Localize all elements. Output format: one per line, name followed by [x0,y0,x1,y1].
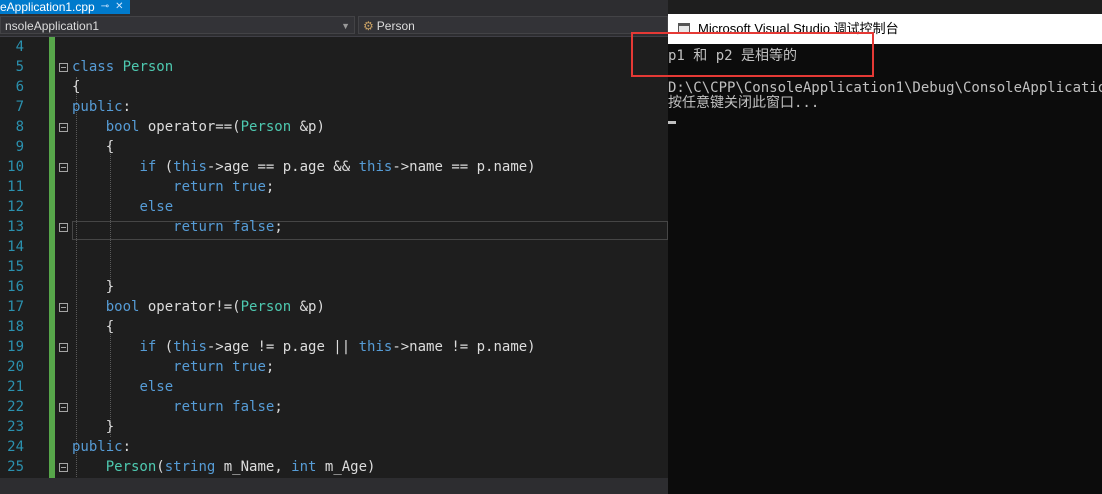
horizontal-scrollbar[interactable] [0,478,668,494]
code-line: } [72,419,115,435]
project-dropdown[interactable]: nsoleApplication1 ▼ [0,16,355,34]
console-output-line: D:\C\CPP\ConsoleApplication1\Debug\Conso… [668,80,1102,96]
line-number: 17 [7,299,24,315]
code-line: class Person [72,59,174,75]
line-number: 16 [7,279,24,295]
collapse-icon[interactable] [59,163,68,172]
collapse-icon[interactable] [59,63,68,72]
code-line: Person(string m_Name, int m_Age) [105,459,376,475]
line-number: 4 [15,39,24,55]
code-line: { [72,139,115,155]
code-editor[interactable]: eApplication1.cpp ⊸ ✕ nsoleApplication1 … [0,0,668,494]
line-number: 18 [7,319,24,335]
project-dropdown-value: nsoleApplication1 [5,19,100,33]
line-number: 10 [7,159,24,175]
line-number: 19 [7,339,24,355]
line-number: 13 [7,219,24,235]
collapse-icon[interactable] [59,303,68,312]
code-line: public: [72,99,132,115]
code-line: { [72,79,81,95]
code-area[interactable]: class Person { public: bool operator==(P… [58,37,668,494]
line-number: 24 [7,439,24,455]
console-cursor [668,121,676,124]
line-number-gutter: 4 5 6 7 8 9 10 11 12 13 14 15 16 17 18 1… [0,37,40,494]
chevron-down-icon: ▼ [341,21,350,31]
tab-label: eApplication1.cpp [0,0,95,14]
code-line: else [139,199,174,215]
document-tab[interactable]: eApplication1.cpp ⊸ ✕ [0,0,130,14]
line-number: 25 [7,459,24,475]
collapse-icon[interactable] [59,343,68,352]
code-line: bool operator!=(Person &p) [105,299,325,315]
line-number: 22 [7,399,24,415]
close-icon[interactable]: ✕ [115,0,123,14]
line-number: 7 [15,99,24,115]
collapse-icon[interactable] [59,123,68,132]
code-line: } [72,279,115,295]
scope-dropdown[interactable]: ⚙ Person [358,16,668,34]
line-number: 8 [15,119,24,135]
collapse-icon[interactable] [59,223,68,232]
code-line: public: [72,439,132,455]
line-number: 21 [7,379,24,395]
navigation-bar: nsoleApplication1 ▼ ⚙ Person [0,14,668,37]
code-line: bool operator==(Person &p) [105,119,325,135]
code-line: return false; [173,399,283,415]
line-number: 9 [15,139,24,155]
line-number: 23 [7,419,24,435]
line-number: 5 [15,59,24,75]
code-line: else [139,379,174,395]
highlight-annotation-box [631,32,874,77]
code-line: return false; [173,219,283,235]
line-number: 6 [15,79,24,95]
pin-icon[interactable]: ⊸ [101,0,109,14]
line-number: 11 [7,179,24,195]
line-number: 12 [7,199,24,215]
line-number: 14 [7,239,24,255]
class-icon: ⚙ [363,19,374,33]
console-output-line: 按任意键关闭此窗口... [668,95,820,111]
line-number: 20 [7,359,24,375]
collapse-icon[interactable] [59,403,68,412]
scope-dropdown-value: Person [376,19,415,33]
code-line: if (this->age == p.age && this->name == … [139,159,536,175]
code-line: return true; [173,359,275,375]
document-tab-bar: eApplication1.cpp ⊸ ✕ [0,0,668,14]
debug-console-window[interactable]: Microsoft Visual Studio 调试控制台 p1 和 p2 是相… [668,14,1102,494]
line-number: 15 [7,259,24,275]
code-line: return true; [173,179,275,195]
code-line: { [72,319,115,335]
code-line: if (this->age != p.age || this->name != … [139,339,536,355]
change-tracking-bar [49,37,55,494]
collapse-icon[interactable] [59,463,68,472]
